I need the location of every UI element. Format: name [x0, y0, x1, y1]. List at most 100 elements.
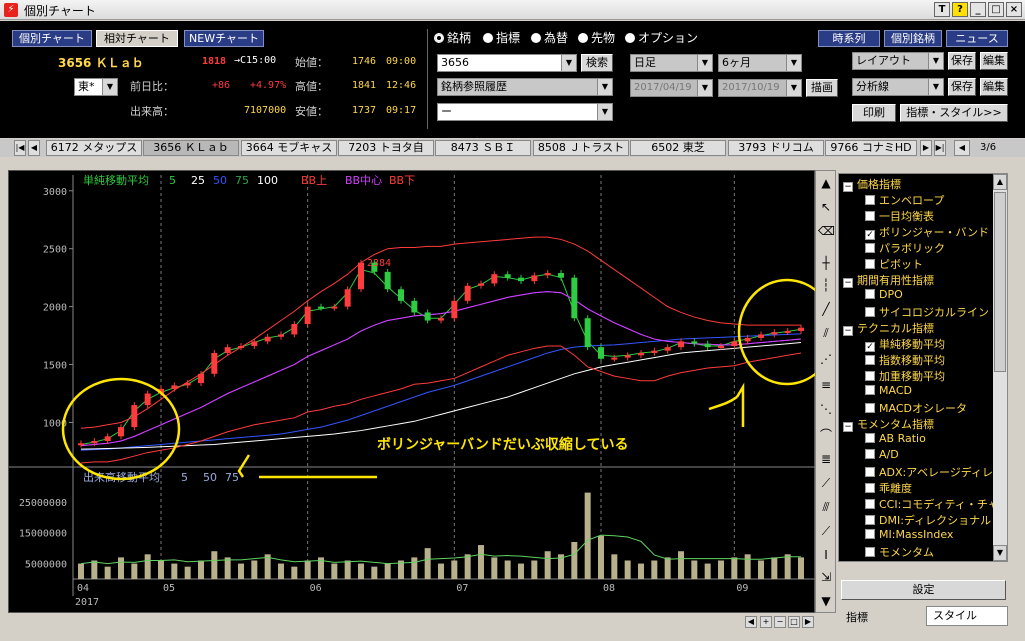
search-button[interactable]: 検索 — [581, 54, 613, 72]
retrace-icon[interactable]: ≣ — [818, 451, 834, 467]
scroll-thumb[interactable] — [994, 192, 1006, 372]
checkbox-icon[interactable] — [865, 499, 875, 509]
tab-individual-chart[interactable]: 個別チャート — [12, 30, 92, 47]
tree-scrollbar[interactable]: ▲ ▼ — [993, 174, 1007, 561]
close-button[interactable]: × — [1006, 2, 1022, 17]
draw-button[interactable]: 描画 — [806, 79, 838, 97]
hline-icon[interactable]: ┼ — [818, 255, 834, 271]
checkbox-icon[interactable] — [865, 403, 875, 413]
parallel-icon[interactable]: ⫽ — [818, 325, 834, 341]
tab-style[interactable]: スタイル — [926, 606, 1008, 626]
stock-tab[interactable]: 7203 トヨタ自 — [338, 140, 434, 156]
tree-item[interactable]: パラボリック — [865, 240, 945, 256]
help-button[interactable]: ? — [952, 2, 968, 17]
checkbox-icon[interactable] — [865, 467, 875, 477]
tree-group[interactable]: − テクニカル指標 — [843, 320, 934, 336]
radio-futures[interactable]: 先物 — [578, 29, 615, 46]
arc-icon[interactable]: ⌒ — [818, 427, 834, 443]
history-select[interactable]: 銘柄参照履歴 ▼ — [437, 78, 613, 96]
zoom-out-icon[interactable]: − — [774, 616, 786, 628]
vline-icon[interactable]: ┆ — [818, 277, 834, 293]
gann-icon[interactable]: ⋱ — [818, 401, 834, 417]
topmost-button[interactable]: T — [934, 2, 950, 17]
checkbox-icon[interactable] — [865, 289, 875, 299]
checkbox-icon[interactable] — [865, 449, 875, 459]
checkbox-icon[interactable] — [865, 243, 875, 253]
tree-group[interactable]: − 価格指標 — [843, 176, 901, 192]
fan-icon[interactable]: ⋰ — [818, 351, 834, 367]
stock-tab[interactable]: 8508 Ｊトラスト — [533, 140, 629, 156]
date-from[interactable]: 2017/04/19 ▼ — [630, 79, 713, 97]
print-button[interactable]: 印刷 — [852, 104, 896, 122]
radio-index[interactable]: 指標 — [483, 29, 520, 46]
radio-options[interactable]: オプション — [625, 29, 698, 46]
checkbox-icon[interactable] — [865, 355, 875, 365]
tab-relative-chart[interactable]: 相対チャート — [96, 30, 178, 47]
layout-save-button[interactable]: 保存 — [948, 52, 976, 70]
zoom-icon[interactable]: ⇲ — [818, 569, 834, 585]
stock-tab[interactable]: 3793 ドリコム — [728, 140, 824, 156]
radio-stock[interactable]: 銘柄 — [434, 29, 471, 46]
layout-select[interactable]: レイアウト ▼ — [852, 52, 944, 70]
tree-item[interactable]: A/D — [865, 448, 899, 461]
maximize-button[interactable]: □ — [988, 2, 1004, 17]
span-select[interactable]: 6ヶ月 ▼ — [718, 54, 802, 72]
tab-new-chart[interactable]: NEWチャート — [184, 30, 264, 47]
regression-icon[interactable]: ⟋ — [818, 523, 834, 539]
fibo-icon[interactable]: ≡ — [818, 377, 834, 393]
tree-item[interactable]: CCI:コモディティ・チャ — [865, 496, 999, 512]
prev-tab-icon[interactable]: ◀ — [28, 140, 40, 156]
collapse-icon[interactable]: − — [843, 326, 853, 336]
collapse-icon[interactable]: − — [843, 422, 853, 432]
settings-button[interactable]: 設定 — [841, 580, 1006, 600]
analysis-save-button[interactable]: 保存 — [948, 78, 976, 96]
scroll-down-icon[interactable]: ▼ — [993, 545, 1007, 561]
tree-item[interactable]: 指数移動平均 — [865, 352, 945, 368]
tree-item[interactable]: MI:MassIndex — [865, 528, 953, 541]
scroll-up-icon[interactable]: ▲ — [818, 175, 834, 191]
price-chart[interactable]: 1000150020002500300050000001500000025000… — [9, 171, 882, 614]
cursor-icon[interactable]: ↖ — [818, 199, 834, 215]
stock-tab[interactable]: 3664 モブキャス — [241, 140, 337, 156]
tree-item[interactable]: エンベロープ — [865, 192, 944, 208]
timeseries-button[interactable]: 時系列 — [818, 30, 880, 47]
tree-item[interactable]: サイコロジカルライン — [865, 304, 989, 320]
checkbox-icon[interactable] — [865, 385, 875, 395]
tree-item[interactable]: MACDオシレータ — [865, 400, 967, 416]
last-tab-icon[interactable]: ▶| — [934, 140, 946, 156]
stock-tab[interactable]: 9766 コナミHD — [825, 140, 917, 156]
stock-code-input[interactable]: 3656 ▼ — [437, 54, 577, 72]
analysis-edit-button[interactable]: 編集 — [980, 78, 1008, 96]
checkbox-icon[interactable] — [865, 371, 875, 381]
eraser-icon[interactable]: ⌫ — [818, 223, 835, 239]
text-icon[interactable]: Ⅰ — [818, 547, 834, 563]
next-tab-icon[interactable]: ▶ — [920, 140, 932, 156]
individual-stock-button[interactable]: 個別銘柄 — [884, 30, 942, 47]
date-to[interactable]: 2017/10/19 ▼ — [718, 79, 802, 97]
interval-select[interactable]: 日足 ▼ — [630, 54, 713, 72]
stock-tab[interactable]: 3656 ＫＬａｂ — [143, 140, 239, 156]
tree-item[interactable]: ピボット — [865, 256, 923, 272]
scroll-left-icon[interactable]: ◀ — [745, 616, 757, 628]
tree-item[interactable]: ✓ ボリンジャー・バンド — [865, 224, 989, 240]
checkbox-checked-icon[interactable]: ✓ — [865, 342, 875, 352]
checkbox-icon[interactable] — [865, 483, 875, 493]
tree-group[interactable]: − モメンタム指標 — [843, 416, 934, 432]
tree-item[interactable]: DPO — [865, 288, 903, 301]
zoom-in-icon[interactable]: + — [760, 616, 772, 628]
first-tab-icon[interactable]: |◀ — [14, 140, 26, 156]
tree-item[interactable]: AB Ratio — [865, 432, 926, 445]
checkbox-icon[interactable] — [865, 307, 875, 317]
news-button[interactable]: ニュース — [946, 30, 1008, 47]
checkbox-icon[interactable] — [865, 547, 875, 557]
tree-item[interactable]: モメンタム — [865, 544, 934, 560]
scroll-up-icon[interactable]: ▲ — [993, 174, 1007, 190]
tree-group[interactable]: − 期間有用性指標 — [843, 272, 934, 288]
layout-edit-button[interactable]: 編集 — [980, 52, 1008, 70]
checkbox-icon[interactable] — [865, 515, 875, 525]
tab-indicators[interactable]: 指標 — [846, 609, 868, 625]
tree-item[interactable]: MACD — [865, 384, 912, 397]
stock-tab[interactable]: 8473 ＳＢＩ — [435, 140, 531, 156]
tree-item[interactable]: 加重移動平均 — [865, 368, 945, 384]
checkbox-icon[interactable] — [865, 195, 875, 205]
